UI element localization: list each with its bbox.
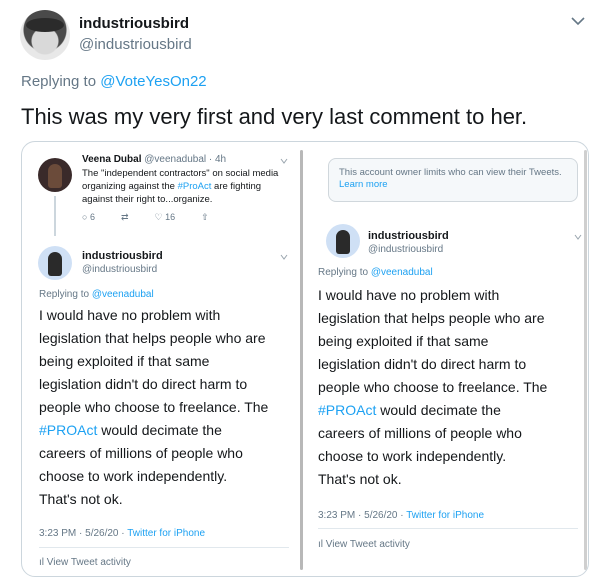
- body-line: being exploited if that same: [318, 333, 489, 349]
- replying-mention: @veenadubal: [370, 267, 433, 278]
- activity-label: View Tweet activity: [325, 539, 410, 550]
- reply-avatar: [326, 224, 360, 258]
- panel-divider: [300, 150, 303, 570]
- quoted-hashtag: #ProAct: [177, 181, 212, 192]
- reply-timestamp: 3:23 PM · 5/26/20 · Twitter for iPhone: [318, 510, 484, 521]
- view-activity: ıl View Tweet activity: [318, 539, 410, 550]
- user-handle[interactable]: @industriousbird: [79, 36, 192, 53]
- body-line: That's not ok.: [39, 491, 123, 507]
- username[interactable]: industriousbird: [79, 15, 189, 32]
- body-line: being exploited if that same: [39, 353, 210, 369]
- chevron-down-icon: [574, 234, 582, 240]
- body-line: careers of millions of people who: [39, 445, 243, 461]
- reply-handle: @industriousbird: [82, 264, 158, 275]
- like-icon: ♡ 16: [154, 212, 176, 222]
- notice-text: This account owner limits who can view t…: [339, 167, 562, 178]
- chevron-down-icon: [280, 254, 288, 260]
- reply-body: I would have no problem with legislation…: [318, 284, 588, 491]
- reply-handle: @industriousbird: [368, 244, 444, 255]
- thread-line: [54, 196, 56, 236]
- quoted-author: Veena Dubal @veenadubal · 4h: [82, 154, 226, 165]
- learn-more-link: Learn more: [339, 179, 388, 190]
- replying-mention-link[interactable]: @VoteYesOn22: [100, 73, 206, 90]
- replying-prefix: Replying to: [21, 73, 101, 90]
- time: 3:23 PM · 5/26/20 ·: [39, 528, 128, 539]
- quoted-avatar: [38, 158, 72, 192]
- activity-icon: ıl: [39, 557, 47, 568]
- body-line: #PROAct would decimate the: [318, 399, 588, 422]
- body-text: would decimate the: [97, 422, 222, 438]
- tweet-text: This was my very first and very last com…: [21, 104, 528, 129]
- retweet-icon: ⇄: [120, 212, 129, 222]
- activity-label: View Tweet activity: [46, 557, 131, 568]
- body-line: legislation didn't do direct harm to: [39, 376, 248, 392]
- panel-edge: [584, 150, 587, 570]
- body-line: I would have no problem with: [318, 287, 500, 303]
- divider: [318, 528, 578, 529]
- replying-prefix: Replying to: [318, 267, 371, 278]
- right-screenshot-panel: This account owner limits who can view t…: [310, 142, 588, 576]
- share-icon: ⇧: [201, 212, 209, 222]
- reply-count: 6: [89, 212, 95, 222]
- hashtag: #PROAct: [39, 422, 98, 438]
- hashtag: #PROAct: [318, 402, 377, 418]
- body-line: legislation didn't do direct harm to: [318, 356, 527, 372]
- avatar[interactable]: [20, 10, 70, 60]
- source: Twitter for iPhone: [127, 528, 206, 539]
- view-activity: ıl View Tweet activity: [39, 557, 131, 568]
- body-line: careers of millions of people who: [318, 425, 522, 441]
- like-count: 16: [165, 212, 176, 222]
- reply-body: I would have no problem with legislation…: [39, 304, 301, 511]
- replying-to: Replying to @VoteYesOn22: [21, 73, 207, 90]
- time: 3:23 PM · 5/26/20 ·: [318, 510, 407, 521]
- reply-name: industriousbird: [82, 250, 163, 262]
- attached-screenshot-image[interactable]: Veena Dubal @veenadubal · 4h The "indepe…: [21, 141, 589, 577]
- quoted-text: The "independent contractors" on social …: [82, 167, 292, 206]
- body-line: people who choose to freelance. The: [39, 399, 269, 415]
- body-line: That's not ok.: [318, 471, 402, 487]
- body-line: legislation that helps people who are: [39, 330, 266, 346]
- body-text: would decimate the: [376, 402, 501, 418]
- body-line: people who choose to freelance. The: [318, 379, 548, 395]
- reply-replying-to: Replying to @veenadubal: [318, 267, 433, 278]
- chevron-down-icon[interactable]: [571, 16, 585, 26]
- reply-name: industriousbird: [368, 230, 449, 242]
- body-line: choose to work independently.: [318, 448, 507, 464]
- reply-icon: ○ 6: [82, 212, 95, 222]
- body-line: I would have no problem with: [39, 307, 221, 323]
- reply-avatar: [38, 246, 72, 280]
- body-line: legislation that helps people who are: [318, 310, 545, 326]
- source: Twitter for iPhone: [406, 510, 485, 521]
- activity-icon: ıl: [318, 539, 326, 550]
- protected-notice: This account owner limits who can view t…: [328, 158, 578, 202]
- reply-timestamp: 3:23 PM · 5/26/20 · Twitter for iPhone: [39, 528, 205, 539]
- divider: [39, 547, 289, 548]
- body-line: choose to work independently.: [39, 468, 228, 484]
- chevron-down-icon: [280, 158, 288, 164]
- replying-prefix: Replying to: [39, 289, 92, 300]
- replying-mention: @veenadubal: [91, 289, 154, 300]
- quoted-meta: @veenadubal · 4h: [141, 154, 227, 165]
- quoted-name: Veena Dubal: [82, 154, 142, 165]
- reply-replying-to: Replying to @veenadubal: [39, 289, 154, 300]
- left-screenshot-panel: Veena Dubal @veenadubal · 4h The "indepe…: [22, 142, 296, 576]
- quoted-actions: ○ 6 ⇄ ♡ 16 ⇧: [82, 212, 209, 223]
- body-line: #PROAct would decimate the: [39, 419, 301, 442]
